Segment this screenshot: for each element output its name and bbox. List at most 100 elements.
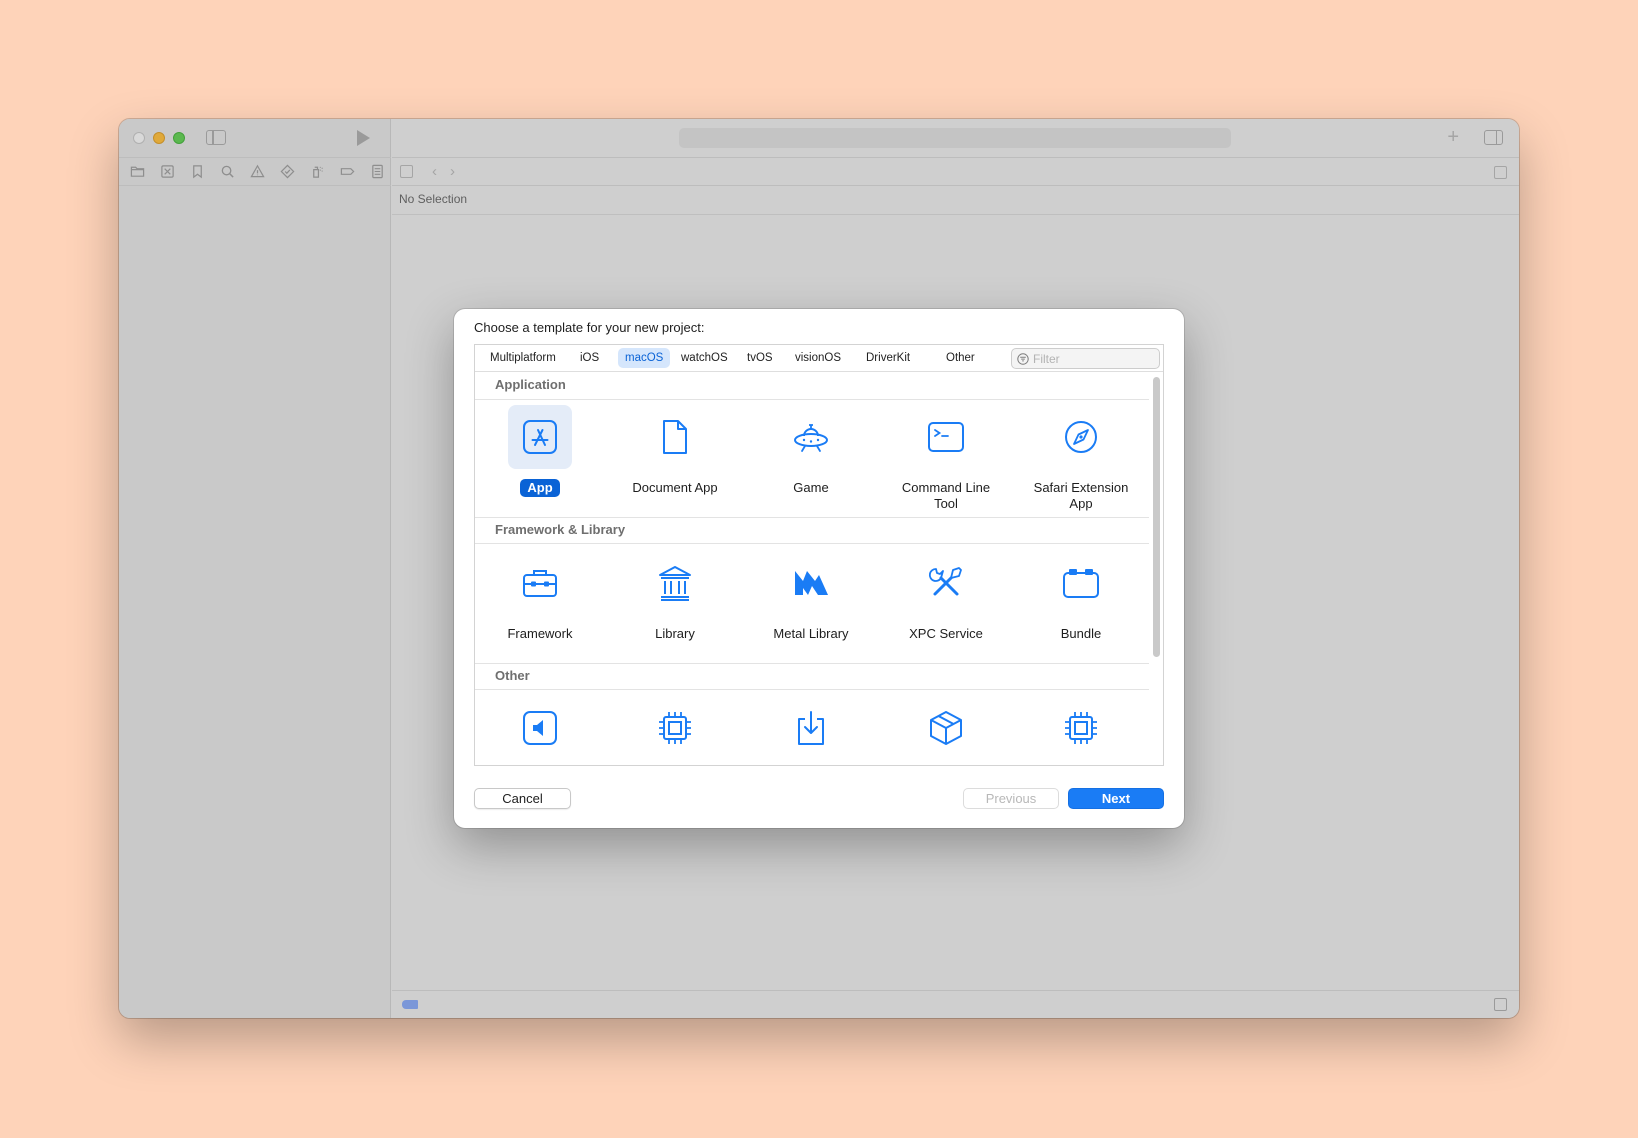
bundle-icon [1063, 569, 1099, 598]
previous-button[interactable]: Previous [963, 788, 1059, 809]
jump-bar: ‹ › [392, 157, 1519, 186]
plus-icon[interactable]: + [1447, 127, 1459, 147]
filter-icon [1017, 353, 1029, 365]
debug-bar [392, 990, 1519, 1018]
template-label: Library [655, 626, 695, 641]
tab-visionos[interactable]: visionOS [788, 348, 848, 368]
template-label: Safari Extension App [1033, 480, 1129, 511]
divider [392, 214, 1519, 215]
chevron-right-icon[interactable]: › [450, 164, 455, 179]
building-columns-icon [659, 566, 691, 601]
template-bundle[interactable]: Bundle [1019, 549, 1143, 664]
template-xpc-service[interactable]: XPC Service [884, 549, 1008, 664]
template-app[interactable]: App [478, 403, 602, 518]
game-icon-wrap [779, 405, 843, 469]
section-header-other: Other [475, 663, 1149, 690]
template-other-1[interactable] [478, 694, 602, 765]
template-framework[interactable]: Framework [478, 549, 602, 664]
breakpoint-toggle-icon[interactable] [402, 1000, 418, 1009]
chip-icon-wrap [643, 696, 707, 760]
filter-field [1011, 348, 1160, 369]
navigator-bar [119, 157, 391, 186]
warning-icon[interactable] [248, 162, 267, 181]
tab-macos[interactable]: macOS [618, 348, 671, 368]
tab-multiplatform[interactable]: Multiplatform [483, 348, 563, 368]
terminal-icon [928, 422, 964, 452]
command-line-tool-icon-wrap [914, 405, 978, 469]
dialog-title: Choose a template for your new project: [474, 320, 705, 335]
run-icon[interactable] [357, 130, 370, 146]
template-label: XPC Service [909, 626, 983, 641]
no-selection-label: No Selection [399, 192, 468, 206]
app-store-icon [523, 420, 557, 454]
tab-driverkit[interactable]: DriverKit [859, 348, 917, 368]
library-icon-wrap [643, 551, 707, 615]
template-label: Document App [632, 480, 718, 495]
editor-titlebar: + [392, 119, 1519, 157]
ufo-icon [794, 424, 828, 452]
template-game[interactable]: Game [749, 403, 873, 518]
bundle-icon-wrap [1049, 551, 1113, 615]
next-button[interactable]: Next [1068, 788, 1164, 809]
template-panel: Multiplatform iOS macOS watchOS tvOS vis… [474, 344, 1164, 766]
template-label: Game [793, 480, 829, 495]
zoom-window-button[interactable] [173, 132, 185, 144]
template-document-app[interactable]: Document App [613, 403, 737, 518]
document-icon [663, 420, 687, 454]
tab-other[interactable]: Other [939, 348, 982, 368]
template-safari-extension-app[interactable]: Safari Extension App [1019, 403, 1143, 518]
debug-spray-icon[interactable] [308, 162, 327, 181]
tab-ios[interactable]: iOS [573, 348, 606, 368]
template-metal-library[interactable]: Metal Library [749, 549, 873, 664]
sidebar-titlebar [119, 119, 391, 157]
section-header-framework-library: Framework & Library [475, 517, 1149, 544]
inspector-toggle-icon[interactable] [1484, 130, 1503, 145]
platform-tabs: Multiplatform iOS macOS watchOS tvOS vis… [475, 345, 1163, 372]
toolbox-icon [523, 570, 557, 597]
report-icon[interactable] [368, 162, 387, 181]
template-label: App [520, 479, 560, 497]
framework-icon-wrap [508, 551, 572, 615]
close-window-button[interactable] [133, 132, 145, 144]
minimize-window-button[interactable] [153, 132, 165, 144]
template-command-line-tool[interactable]: Command Line Tool [884, 403, 1008, 518]
tab-watchos[interactable]: watchOS [674, 348, 735, 368]
scrollbar[interactable] [1153, 377, 1160, 657]
debug-area-toggle-icon[interactable] [1494, 998, 1507, 1011]
activity-bar[interactable] [679, 128, 1231, 148]
installer-download-icon [798, 711, 824, 745]
template-library[interactable]: Library [613, 549, 737, 664]
template-label: Command Line Tool [901, 480, 991, 511]
folder-icon[interactable] [128, 162, 147, 181]
template-list[interactable]: Application App Document App Game Comman… [475, 373, 1149, 765]
template-label: Framework [507, 626, 573, 641]
chip-icon [659, 712, 691, 744]
filter-input[interactable] [1033, 350, 1153, 367]
safari-extension-app-icon-wrap [1049, 405, 1113, 469]
new-project-template-dialog: Choose a template for your new project: … [454, 309, 1184, 828]
template-other-5[interactable] [1019, 694, 1143, 765]
related-items-icon[interactable] [400, 165, 413, 178]
installer-icon-wrap [779, 696, 843, 760]
metal-library-icon-wrap [779, 551, 843, 615]
template-other-3[interactable] [749, 694, 873, 765]
template-label: Bundle [1060, 626, 1102, 641]
source-control-icon[interactable] [158, 162, 177, 181]
chip-icon-wrap [1049, 696, 1113, 760]
tab-tvos[interactable]: tvOS [740, 348, 780, 368]
chevron-left-icon[interactable]: ‹ [432, 164, 437, 179]
wrench-screwdriver-icon [928, 567, 962, 596]
cancel-button[interactable]: Cancel [474, 788, 571, 809]
test-diamond-icon[interactable] [278, 162, 297, 181]
template-other-4[interactable] [884, 694, 1008, 765]
template-other-2[interactable] [613, 694, 737, 765]
app-icon-wrap [508, 405, 572, 469]
bookmark-icon[interactable] [188, 162, 207, 181]
breakpoint-icon[interactable] [338, 162, 357, 181]
package-icon-wrap [914, 696, 978, 760]
audio-unit-icon-wrap [508, 696, 572, 760]
search-icon[interactable] [218, 162, 237, 181]
xpc-service-icon-wrap [914, 551, 978, 615]
sidebar-toggle-icon[interactable] [206, 130, 226, 145]
add-editor-icon[interactable] [1494, 166, 1507, 179]
